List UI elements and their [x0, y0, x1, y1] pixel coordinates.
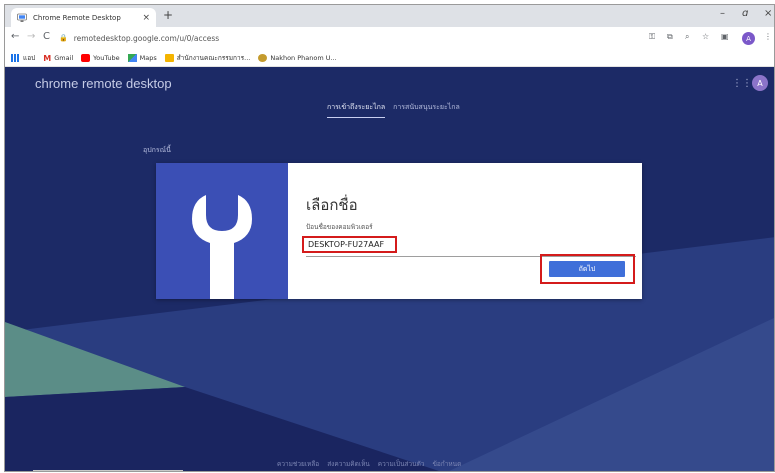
footer-link-terms[interactable]: ข้อกำหนด: [432, 459, 461, 469]
browser-toolbar: ← → C 🔒 remotedesktop.google.com/u/0/acc…: [5, 27, 774, 49]
restore-button[interactable]: ɑ: [742, 8, 748, 19]
university-icon: [258, 53, 268, 62]
folder-icon: [164, 53, 174, 62]
dialog-content: เลือกชื่อ ป้อนชื่อของคอมพิวเตอร์ DESKTOP…: [288, 163, 642, 299]
url-text: remotedesktop.google.com/u/0/access: [73, 33, 220, 43]
apps-icon: [11, 53, 20, 62]
dialog-icon-panel: [156, 163, 288, 299]
close-window-button[interactable]: ×: [764, 8, 772, 19]
tab-close-icon[interactable]: ×: [142, 13, 150, 23]
reload-icon[interactable]: C: [43, 31, 50, 42]
footer-link-privacy[interactable]: ความเป็นส่วนตัว: [378, 459, 425, 469]
bookmark-university[interactable]: Nakhon Phanom U...: [258, 53, 337, 62]
gmail-icon: M: [43, 53, 52, 63]
bookmark-apps[interactable]: แอป: [11, 53, 35, 63]
key-icon[interactable]: ⚿: [649, 32, 655, 42]
page-content: chrome remote desktop ⋮⋮⋮ A การเข้าถึงระ…: [5, 67, 774, 471]
extension-icon[interactable]: ▣: [721, 32, 729, 41]
profile-avatar[interactable]: A: [742, 32, 755, 45]
computer-name-input[interactable]: DESKTOP-FU27AAF: [302, 236, 397, 253]
lock-icon: 🔒: [59, 34, 68, 42]
tab-remote-support[interactable]: การสนับสนุนระยะไกล: [393, 102, 460, 118]
dialog-title: เลือกชื่อ: [306, 196, 358, 214]
zoom-icon[interactable]: ⌕: [685, 32, 689, 42]
new-tab-button[interactable]: +: [163, 8, 173, 22]
choose-name-dialog: เลือกชื่อ ป้อนชื่อของคอมพิวเตอร์ DESKTOP…: [156, 163, 642, 299]
youtube-icon: [81, 53, 91, 62]
next-button[interactable]: ถัดไป: [549, 261, 625, 277]
bookmark-youtube[interactable]: YouTube: [81, 53, 120, 62]
footer-link-feedback[interactable]: ส่งความคิดเห็น: [327, 459, 370, 469]
app-title: chrome remote desktop: [35, 76, 172, 91]
wrench-icon: [192, 195, 252, 299]
computer-name-label: ป้อนชื่อของคอมพิวเตอร์: [306, 223, 373, 231]
footer-link-help[interactable]: ความช่วยเหลือ: [277, 459, 319, 469]
tab-strip: Chrome Remote Desktop × + – ɑ ×: [5, 5, 774, 27]
tab-title: Chrome Remote Desktop: [33, 13, 121, 22]
bookmark-star-icon[interactable]: ☆: [702, 32, 709, 41]
chrome-remote-desktop-icon: [17, 13, 27, 22]
browser-window: Chrome Remote Desktop × + – ɑ × ← → C 🔒 …: [4, 4, 775, 472]
section-label-this-device: อุปกรณ์นี้: [143, 146, 171, 154]
address-bar[interactable]: 🔒 remotedesktop.google.com/u/0/access: [59, 30, 639, 46]
bookmark-maps[interactable]: Maps: [127, 53, 157, 62]
next-button-highlight: ถัดไป: [540, 254, 635, 284]
bookmark-folder[interactable]: สำนักงานคณะกรรมการ...: [164, 53, 250, 63]
maps-icon: [127, 53, 137, 62]
tab-remote-access[interactable]: การเข้าถึงระยะไกล: [327, 102, 386, 118]
account-avatar[interactable]: A: [752, 75, 768, 91]
browser-tab[interactable]: Chrome Remote Desktop ×: [11, 8, 156, 27]
footer-links: ความช่วยเหลือ ส่งความคิดเห็น ความเป็นส่ว…: [277, 459, 469, 469]
bookmark-gmail[interactable]: M Gmail: [43, 53, 73, 63]
menu-icon[interactable]: ⋮: [764, 32, 772, 41]
back-icon[interactable]: ←: [11, 31, 19, 42]
forward-icon[interactable]: →: [27, 31, 35, 42]
bookmarks-bar: แอป M Gmail YouTube Maps สำนักงานคณะกรรม…: [5, 49, 774, 67]
page-tabs: การเข้าถึงระยะไกล การสนับสนุนระยะไกล: [327, 102, 468, 118]
cast-icon[interactable]: ⧉: [667, 32, 673, 42]
minimize-button[interactable]: –: [720, 8, 725, 19]
horizontal-scrollbar[interactable]: [33, 470, 183, 471]
